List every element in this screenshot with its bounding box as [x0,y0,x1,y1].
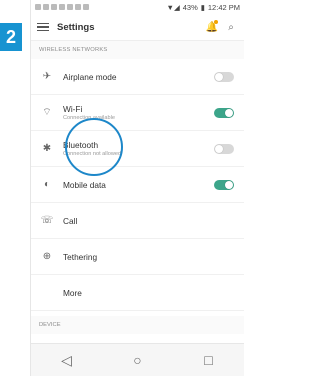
recent-apps-icon[interactable]: □ [200,352,218,368]
screenshot-frame: 2 ▼◢ 43% ▮ 12:42 PM Settings 🔔 ⌕ WIRELES… [0,0,244,376]
mobile-data-icon: ◐ [43,179,51,190]
wifi-icon: ⌔ [42,107,52,118]
settings-header: Settings 🔔 ⌕ [31,14,244,41]
setting-tethering[interactable]: ⊕ Tethering [31,239,244,275]
setting-subtitle: Connection available [63,115,115,121]
wifi-toggle[interactable] [214,107,234,118]
battery-icon: ▮ [200,2,205,12]
notification-dot [214,20,218,24]
setting-bluetooth[interactable]: ✱ Bluetooth Connection not allowed [31,131,244,167]
back-icon[interactable]: ◁ [58,352,76,369]
setting-label: Airplane mode [63,71,117,82]
bluetooth-icon: ✱ [42,143,52,154]
setting-label: Wi-Fi [63,104,83,114]
phone-screen: ▼◢ 43% ▮ 12:42 PM Settings 🔔 ⌕ WIRELESS … [30,0,244,376]
setting-label: Call [63,215,78,226]
notification-icon[interactable]: 🔔 [205,20,219,34]
call-icon: ☏ [40,215,54,226]
signal-icon: ▼◢ [166,2,180,12]
setting-label: Mobile data [63,179,106,190]
menu-icon[interactable] [37,21,49,34]
tethering-icon: ⊕ [42,251,52,262]
time-text: 12:42 PM [207,2,240,12]
setting-airplane[interactable]: ✈ Airplane mode [31,59,244,95]
search-icon[interactable]: ⌕ [224,20,238,34]
status-right: ▼◢ 43% ▮ 12:42 PM [167,3,240,12]
setting-label: More [63,287,82,298]
airplane-icon: ✈ [42,71,52,82]
setting-label: Bluetooth [63,140,99,150]
setting-label: Tethering [63,251,98,262]
setting-call[interactable]: ☏ Call [31,203,244,239]
page-title: Settings [57,21,95,33]
home-icon[interactable]: ○ [129,352,147,368]
airplane-toggle[interactable] [214,71,234,82]
setting-more[interactable]: More [31,275,244,311]
step-badge: 2 [0,23,22,51]
setting-mobile-data[interactable]: ◐ Mobile data [31,167,244,203]
mobile-data-toggle[interactable] [214,179,234,190]
more-spacer [39,285,55,301]
section-wireless-networks: WIRELESS NETWORKS [31,41,244,59]
setting-subtitle: Connection not allowed [63,151,122,157]
status-bar: ▼◢ 43% ▮ 12:42 PM [31,0,244,14]
section-device: DEVICE [31,316,244,334]
status-icons [35,3,91,12]
navigation-bar: ◁ ○ □ [31,343,244,376]
setting-wifi[interactable]: ⌔ Wi-Fi Connection available [31,95,244,131]
bluetooth-toggle[interactable] [214,143,234,154]
battery-text: 43% [182,2,198,12]
